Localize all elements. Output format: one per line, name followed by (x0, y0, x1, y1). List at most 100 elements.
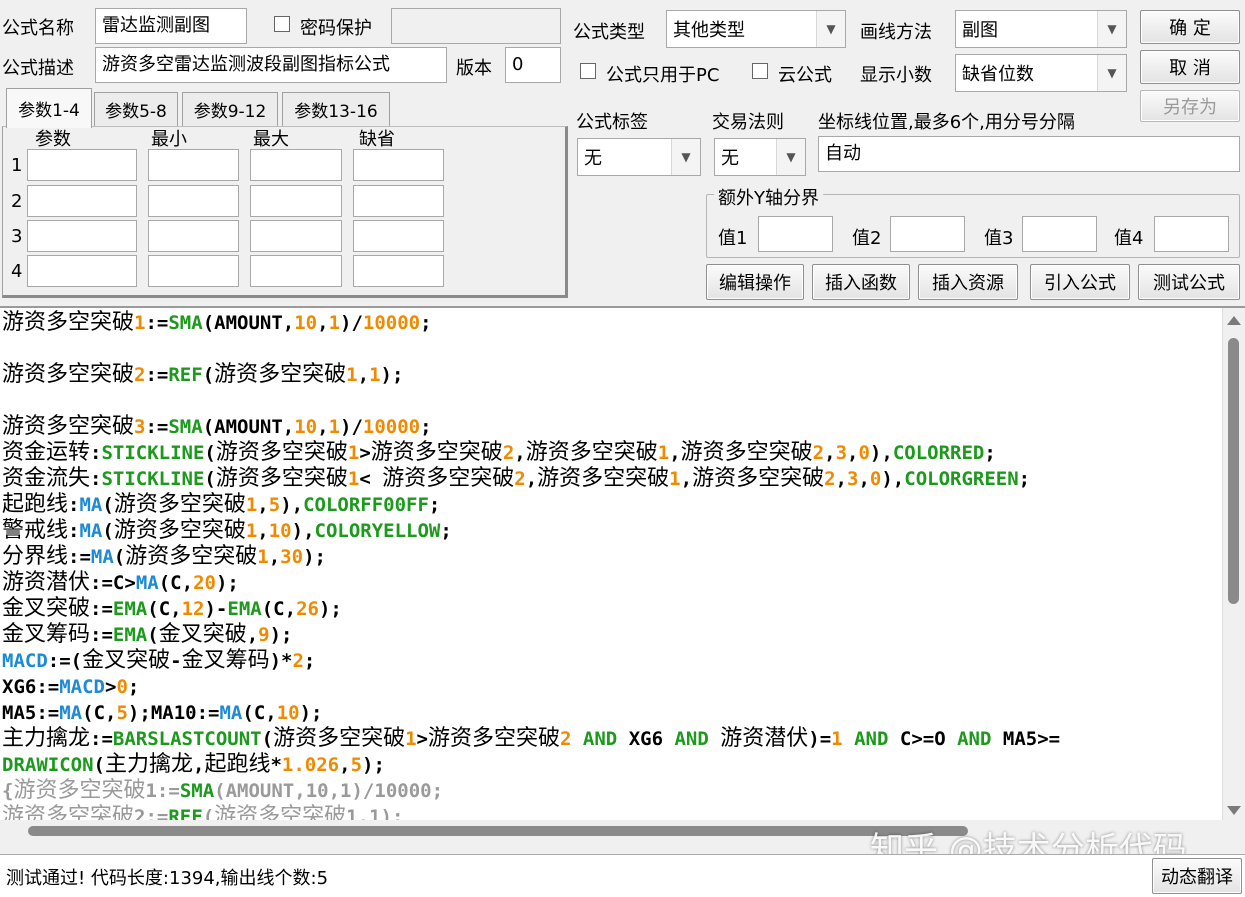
formula-desc-label: 公式描述 (2, 58, 74, 79)
cloud-label: 云公式 (778, 65, 832, 86)
param-4-min-input[interactable] (148, 255, 239, 287)
param-header-name: 参数 (35, 129, 71, 150)
scroll-down-icon[interactable] (1227, 806, 1241, 815)
draw-method-select[interactable]: 副图 ▼ (955, 10, 1127, 48)
code-line: {游资多空突破1:=SMA(AMOUNT,10,1)/10000; (2, 778, 444, 803)
code-line: XG6:=MACD>0; (2, 676, 140, 698)
code-line: 游资多空突破1:=SMA(AMOUNT,10,1)/10000; (2, 310, 432, 335)
param-1-min-input[interactable] (148, 149, 239, 181)
param-row-number: 3 (11, 226, 23, 247)
param-2-max-input[interactable] (250, 185, 342, 217)
formula-tag-select[interactable]: 无 ▼ (577, 138, 701, 176)
chevron-down-icon: ▼ (671, 139, 700, 175)
param-1-default-input[interactable] (353, 149, 444, 181)
status-bar: 测试通过! 代码长度:1394,输出线个数:5 动态翻译 (0, 854, 1245, 897)
extra-y-axis-label: 额外Y轴分界 (714, 184, 823, 210)
hscroll-thumb[interactable] (28, 826, 968, 836)
tab-params-9-12[interactable]: 参数9-12 (182, 92, 278, 126)
chevron-down-icon: ▼ (1097, 11, 1126, 47)
value-4-input[interactable] (1154, 216, 1229, 252)
chevron-down-icon: ▼ (1097, 55, 1126, 91)
cancel-button[interactable]: 取 消 (1140, 50, 1240, 84)
param-4-default-input[interactable] (353, 255, 444, 287)
test-formula-button[interactable]: 测试公式 (1138, 264, 1240, 300)
vertical-scrollbar[interactable] (1222, 308, 1245, 832)
param-3-min-input[interactable] (148, 220, 239, 252)
formula-name-label: 公式名称 (2, 18, 74, 39)
insert-function-button[interactable]: 插入函数 (812, 264, 910, 300)
tab-params-1-4[interactable]: 参数1-4 (6, 88, 92, 128)
code-line: 警戒线:MA(游资多空突破1,10),COLORYELLOW; (2, 518, 452, 543)
password-checkbox[interactable] (274, 16, 290, 32)
value-4-label: 值4 (1114, 228, 1144, 249)
tab-params-13-16[interactable]: 参数13-16 (282, 92, 390, 126)
param-header-max: 最大 (253, 129, 289, 150)
param-row-number: 4 (11, 261, 23, 282)
cloud-checkbox[interactable] (752, 63, 768, 79)
dynamic-translate-button[interactable]: 动态翻译 (1152, 858, 1242, 894)
coord-lines-input[interactable]: 自动 (818, 136, 1240, 172)
code-line: 金叉突破:=EMA(C,12)-EMA(C,26); (2, 596, 342, 621)
param-2-default-input[interactable] (353, 185, 444, 217)
insert-resource-button[interactable]: 插入资源 (918, 264, 1018, 300)
code-editor[interactable]: 游资多空突破1:=SMA(AMOUNT,10,1)/10000; 游资多空突破2:… (0, 306, 1245, 832)
formula-type-value: 其他类型 (673, 20, 745, 41)
param-1-name-input[interactable] (27, 149, 137, 181)
trade-rule-value: 无 (721, 148, 739, 169)
draw-method-label: 画线方法 (860, 22, 932, 43)
code-line: MACD:=(金叉突破-金叉筹码)*2; (2, 648, 316, 673)
formula-type-label: 公式类型 (573, 22, 645, 43)
status-text: 测试通过! 代码长度:1394,输出线个数:5 (6, 868, 329, 889)
password-input[interactable] (391, 8, 561, 44)
param-3-name-input[interactable] (27, 220, 137, 252)
code-line: 游资多空突破2:=REF(游资多空突破1,1); (2, 362, 404, 387)
param-header-min: 最小 (151, 129, 187, 150)
value-1-label: 值1 (718, 228, 748, 249)
draw-method-value: 副图 (962, 20, 998, 41)
param-3-default-input[interactable] (353, 220, 444, 252)
tab-params-5-8[interactable]: 参数5-8 (94, 92, 178, 126)
decimals-value: 缺省位数 (962, 64, 1034, 85)
password-label: 密码保护 (300, 18, 372, 39)
param-4-max-input[interactable] (250, 255, 342, 287)
scroll-thumb[interactable] (1228, 338, 1239, 604)
value-2-input[interactable] (890, 216, 965, 252)
pc-only-label: 公式只用于PC (606, 65, 720, 86)
code-line: MA5:=MA(C,5);MA10:=MA(C,10); (2, 702, 323, 724)
formula-type-select[interactable]: 其他类型 ▼ (666, 10, 846, 48)
param-4-name-input[interactable] (27, 255, 137, 287)
code-line: 金叉筹码:=EMA(金叉突破,9); (2, 622, 293, 647)
version-input[interactable]: 0 (505, 47, 561, 83)
trade-rule-select[interactable]: 无 ▼ (714, 138, 806, 176)
formula-name-input[interactable]: 雷达监测副图 (95, 8, 247, 44)
code-line: 资金运转:STICKLINE(游资多空突破1>游资多空突破2,游资多空突破1,游… (2, 440, 996, 465)
coord-lines-label: 坐标线位置,最多6个,用分号分隔 (818, 112, 1075, 133)
ok-button[interactable]: 确 定 (1140, 10, 1240, 44)
value-3-label: 值3 (984, 228, 1014, 249)
import-formula-button[interactable]: 引入公式 (1030, 264, 1130, 300)
chevron-down-icon: ▼ (816, 11, 845, 47)
param-header-default: 缺省 (359, 129, 395, 150)
trade-rule-label: 交易法则 (712, 112, 784, 133)
code-line: 游资多空突破3:=SMA(AMOUNT,10,1)/10000; (2, 414, 432, 439)
value-1-input[interactable] (758, 216, 833, 252)
code-line: 起跑线:MA(游资多空突破1,5),COLORFF00FF; (2, 492, 441, 517)
chevron-down-icon: ▼ (776, 139, 805, 175)
formula-tag-label: 公式标签 (576, 112, 648, 133)
edit-operations-button[interactable]: 编辑操作 (706, 264, 804, 300)
value-2-label: 值2 (852, 228, 882, 249)
code-line: DRAWICON(主力擒龙,起跑线*1.026,5); (2, 752, 385, 777)
decimals-select[interactable]: 缺省位数 ▼ (955, 54, 1127, 92)
param-row-number: 2 (11, 191, 23, 212)
formula-desc-input[interactable]: 游资多空雷达监测波段副图指标公式 (95, 47, 447, 83)
code-line: 游资潜伏:=C>MA(C,20); (2, 570, 239, 595)
formula-tag-value: 无 (584, 148, 602, 169)
save-as-button[interactable]: 另存为 (1140, 90, 1240, 122)
scroll-up-icon[interactable] (1227, 316, 1241, 325)
param-3-max-input[interactable] (250, 220, 342, 252)
pc-only-checkbox[interactable] (580, 63, 596, 79)
value-3-input[interactable] (1022, 216, 1097, 252)
param-2-min-input[interactable] (148, 185, 239, 217)
param-2-name-input[interactable] (27, 185, 137, 217)
param-1-max-input[interactable] (250, 149, 342, 181)
